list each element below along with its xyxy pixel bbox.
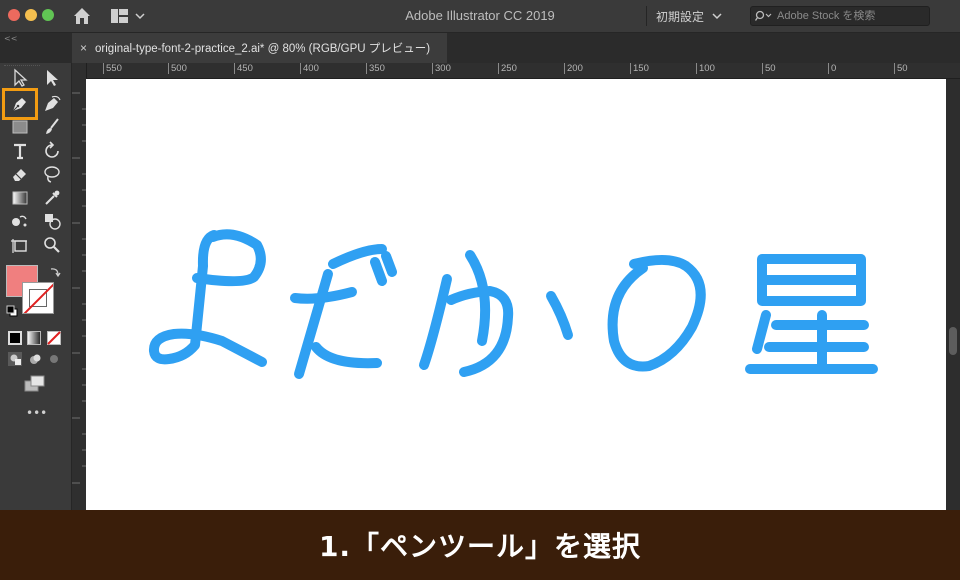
pen-tool[interactable] [8, 93, 32, 115]
glyph-da [290, 244, 397, 379]
vertical-ruler-ticks [72, 92, 86, 484]
paintbrush-icon [46, 118, 59, 134]
ruler-tick: 0 [828, 63, 836, 74]
artboard-icon [11, 239, 27, 253]
caption-text: 1.「ペンツール」を選択 [318, 530, 642, 563]
zoom-icon [44, 237, 60, 253]
symbol-sprayer-icon [12, 215, 27, 227]
lasso-tool[interactable] [40, 163, 64, 185]
stroke-color-swatch[interactable] [22, 282, 54, 314]
ruler-tick: 50 [762, 63, 776, 74]
rotate-icon [45, 141, 59, 158]
artwork-strokes [149, 229, 878, 379]
search-icon [755, 10, 772, 21]
glyph-ka [419, 250, 573, 377]
screen-mode-icon[interactable] [24, 375, 46, 393]
document-tab[interactable]: × original-type-font-2-practice_2.ai* @ … [72, 33, 447, 63]
artwork[interactable] [86, 79, 946, 510]
direct-selection-tool[interactable] [40, 67, 64, 89]
ruler-tick: 450 [234, 63, 253, 74]
ruler-tick: 100 [696, 63, 715, 74]
ruler-tick: 550 [103, 63, 122, 74]
horizontal-ruler[interactable]: 550 500 450 400 350 300 250 200 150 100 … [86, 63, 960, 79]
instruction-caption: 1.「ペンツール」を選択 [0, 510, 960, 580]
eyedropper-icon [45, 190, 60, 205]
ruler-tick: 50 [894, 63, 908, 74]
ruler-tick: 200 [564, 63, 583, 74]
eyedropper-tool[interactable] [40, 187, 64, 209]
collapse-panel-icon[interactable]: << [4, 34, 17, 43]
pen-icon [12, 98, 26, 112]
none-slash-icon [23, 283, 53, 313]
swap-fill-stroke-icon[interactable] [48, 265, 62, 279]
type-tool[interactable] [8, 140, 32, 162]
artboard-tool[interactable] [8, 234, 32, 256]
arrange-documents-icon[interactable] [110, 7, 148, 25]
paintbrush-tool[interactable] [40, 116, 64, 138]
ruler-tick: 300 [432, 63, 451, 74]
stock-search[interactable] [750, 6, 930, 26]
zoom-tool[interactable] [40, 234, 64, 256]
none-mode-icon[interactable] [47, 331, 61, 345]
rotate-tool[interactable] [40, 140, 64, 162]
vertical-scrollbar[interactable] [946, 79, 960, 510]
curvature-tool[interactable] [40, 93, 64, 115]
gradient-icon [12, 191, 28, 205]
color-mode-button[interactable] [8, 331, 22, 345]
selection-tool[interactable] [8, 67, 32, 89]
draw-inside-icon[interactable] [47, 352, 61, 366]
gradient-mode-icon[interactable] [27, 331, 41, 345]
title-bar: Adobe Illustrator CC 2019 初期設定 [0, 0, 960, 33]
shape-builder-icon [45, 214, 61, 230]
minimize-window-button[interactable] [25, 9, 37, 21]
glyph-hoshi [745, 254, 878, 374]
lasso-icon [44, 166, 60, 183]
rectangle-icon [12, 120, 28, 134]
vertical-scrollbar-thumb[interactable] [949, 327, 957, 355]
eraser-tool[interactable] [8, 163, 32, 185]
workspace-label: 初期設定 [656, 9, 705, 24]
blend-tool[interactable] [8, 210, 32, 232]
default-fill-stroke-icon[interactable] [6, 305, 18, 317]
document-tab-label: original-type-font-2-practice_2.ai* @ 80… [95, 43, 431, 55]
more-tools-icon[interactable]: ••• [26, 406, 47, 420]
search-input[interactable] [777, 10, 927, 22]
direct-selection-arrow-icon [47, 70, 58, 86]
chevron-down-icon [712, 13, 722, 20]
divider [646, 6, 647, 26]
gradient-tool[interactable] [8, 187, 32, 209]
shape-builder-tool[interactable] [40, 210, 64, 232]
draw-behind-icon[interactable] [28, 352, 42, 366]
home-icon[interactable] [72, 6, 92, 26]
ruler-tick: 150 [630, 63, 649, 74]
ruler-tick: 350 [366, 63, 385, 74]
eraser-icon [13, 169, 26, 181]
glyph-no [607, 255, 706, 372]
tools-panel: ••• [0, 63, 72, 510]
vertical-ruler[interactable] [72, 63, 87, 510]
rectangle-tool[interactable] [8, 116, 32, 138]
curvature-pen-icon [45, 95, 61, 111]
ruler-tick: 500 [168, 63, 187, 74]
artboard[interactable] [86, 79, 946, 510]
workspace-switcher[interactable]: 初期設定 [656, 6, 722, 26]
ruler-tick: 250 [498, 63, 517, 74]
zoom-window-button[interactable] [42, 9, 54, 21]
type-icon [14, 143, 26, 160]
document-tab-bar: << × original-type-font-2-practice_2.ai*… [0, 33, 960, 63]
close-window-button[interactable] [8, 9, 20, 21]
glyph-yo [149, 229, 267, 367]
ruler-tick: 400 [300, 63, 319, 74]
draw-normal-icon[interactable] [8, 352, 22, 366]
selection-arrow-icon [14, 68, 28, 87]
close-tab-icon[interactable]: × [80, 41, 87, 55]
